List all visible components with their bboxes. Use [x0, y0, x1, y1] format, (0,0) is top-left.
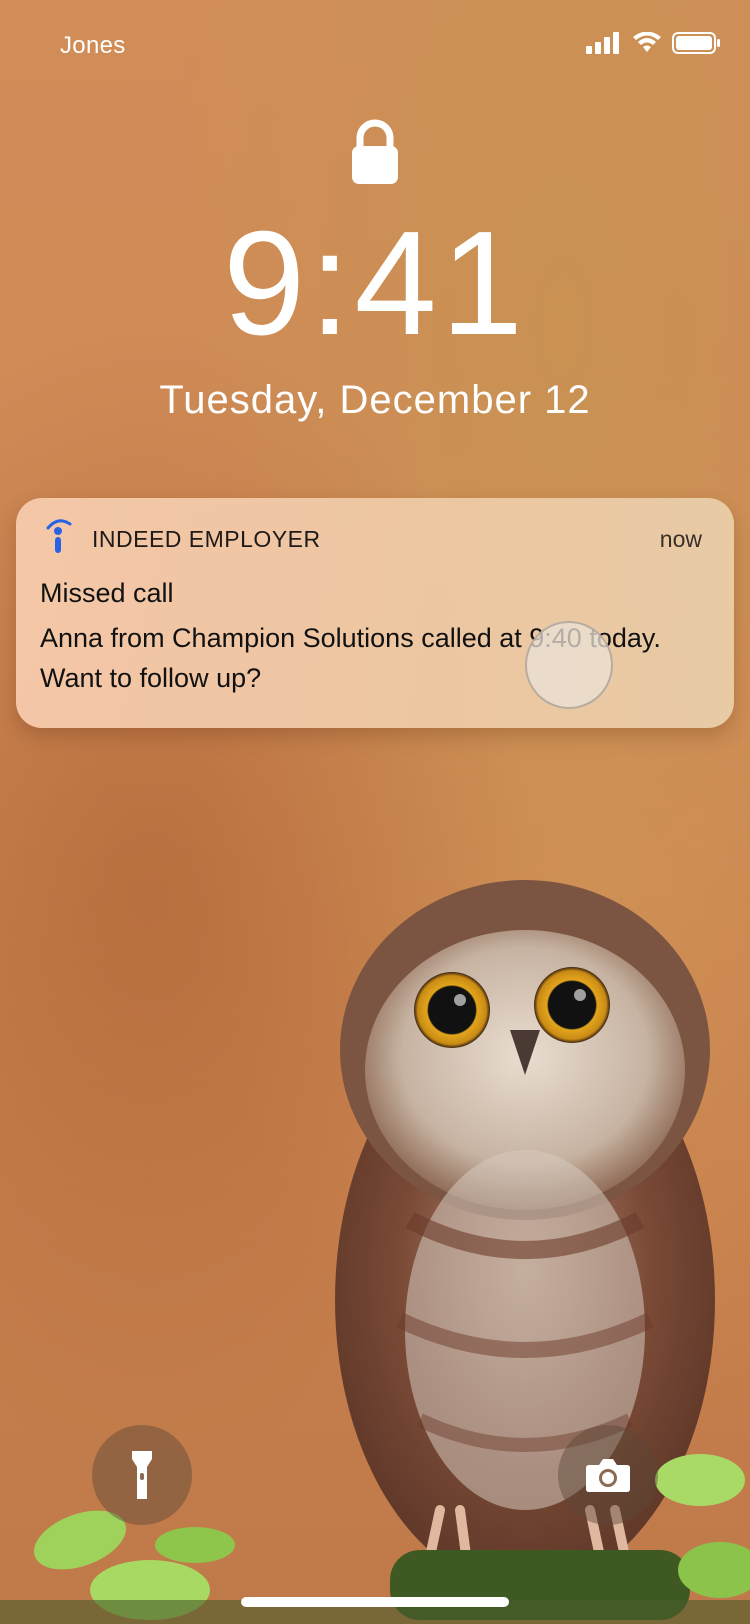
wifi-icon: [633, 32, 661, 52]
status-icons: [586, 32, 722, 54]
cellular-signal-icon: [586, 32, 619, 54]
camera-button[interactable]: [558, 1425, 658, 1525]
notification-title: Missed call: [40, 578, 174, 608]
flashlight-button[interactable]: [92, 1425, 192, 1525]
lock-screen-date: Tuesday, December 12: [159, 378, 591, 422]
battery-icon: [672, 32, 720, 54]
lock-screen-time: 9:41: [222, 201, 528, 366]
notification-app-name: INDEED EMPLOYER: [92, 526, 321, 552]
indeed-logo-icon: [46, 519, 72, 553]
notification-time: now: [659, 526, 702, 552]
carrier-name: Jones: [60, 32, 126, 59]
touch-indicator: [525, 621, 613, 709]
notification-card[interactable]: INDEED EMPLOYER now Missed call Anna fro…: [16, 498, 734, 728]
home-indicator[interactable]: [241, 1597, 509, 1607]
camera-icon: [586, 1459, 630, 1492]
status-bar: Jones: [0, 0, 750, 90]
lock-icon: [352, 119, 398, 184]
flashlight-icon: [132, 1451, 152, 1499]
